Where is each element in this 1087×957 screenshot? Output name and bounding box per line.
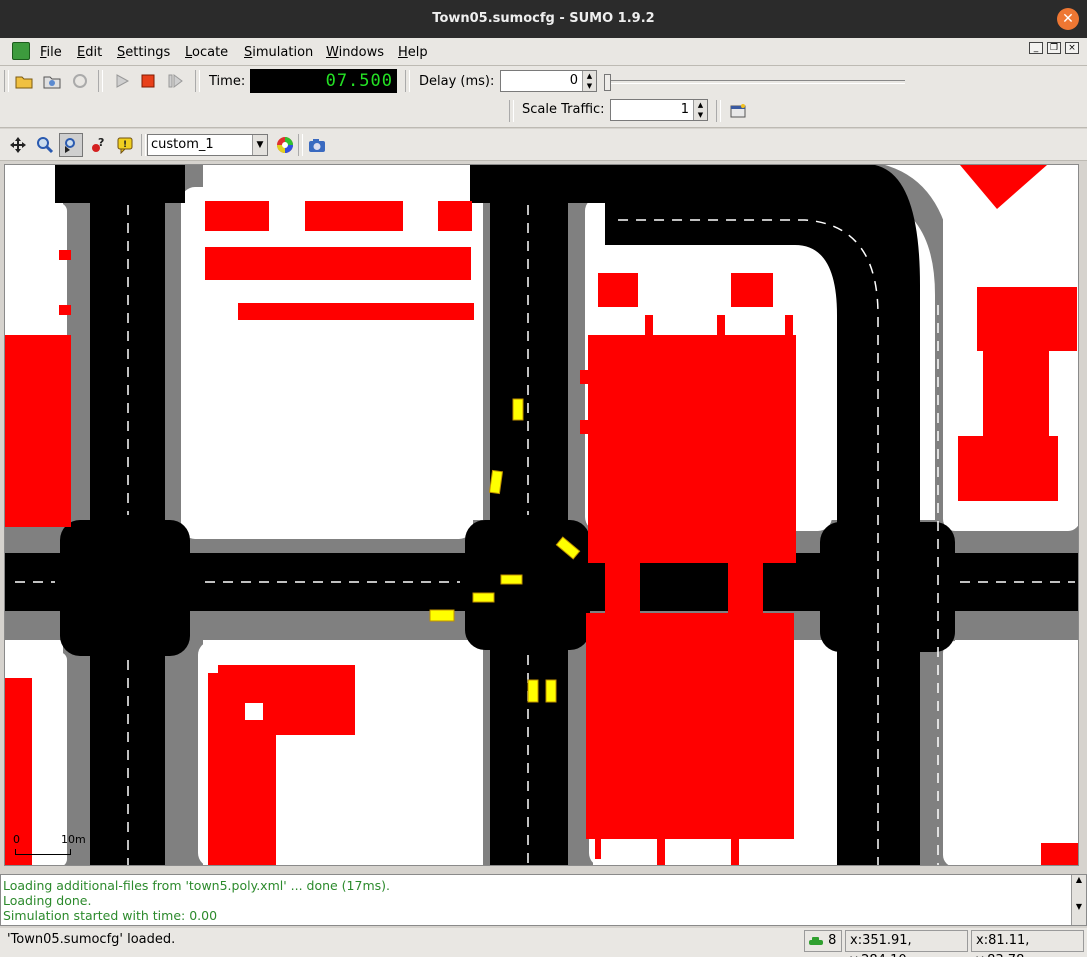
spinner-arrows-icon[interactable]: ▲ ▼ bbox=[582, 71, 596, 91]
reload-icon bbox=[73, 74, 87, 88]
zoom-button[interactable] bbox=[33, 133, 57, 157]
question-pin-icon: ? bbox=[92, 136, 104, 152]
locate-edge-button[interactable]: ? bbox=[87, 133, 111, 157]
camera-icon bbox=[309, 139, 325, 152]
locate-magnifier-icon bbox=[65, 138, 75, 153]
time-display: 07.500 bbox=[250, 69, 397, 93]
open-network-button[interactable] bbox=[40, 69, 64, 93]
building-courtyard bbox=[245, 703, 263, 720]
scale-traffic-label: Scale Traffic: bbox=[522, 102, 605, 117]
toolbar-grip-7[interactable] bbox=[141, 134, 146, 156]
visualization-scheme-select[interactable]: custom_1 ▼ bbox=[147, 134, 268, 156]
sumo-app-icon bbox=[12, 42, 30, 60]
menu-file[interactable]: File bbox=[40, 45, 62, 60]
title-bar: Town05.sumocfg - SUMO 1.9.2 ✕ bbox=[0, 0, 1087, 38]
message-line: Loading additional-files from 'town5.pol… bbox=[3, 878, 391, 893]
message-scrollbar[interactable]: ▲ ▼ bbox=[1071, 875, 1086, 925]
menu-help[interactable]: Help bbox=[398, 45, 428, 60]
scheme-value: custom_1 bbox=[151, 137, 214, 152]
mdi-minimize-icon[interactable]: _ bbox=[1029, 42, 1043, 54]
tooltip-bubble-icon: ! bbox=[117, 137, 133, 154]
menu-bar: File Edit Settings Locate Simulation Win… bbox=[0, 38, 1087, 66]
vehicle[interactable] bbox=[527, 679, 539, 703]
color-wheel-icon bbox=[277, 137, 293, 153]
geo-coordinates: x:81.11, y:83.78 bbox=[971, 930, 1084, 957]
vehicle-count: 8 bbox=[828, 933, 837, 948]
new-window-icon bbox=[730, 104, 746, 118]
toolbar-grip-2[interactable] bbox=[98, 70, 103, 92]
vehicle[interactable] bbox=[512, 398, 524, 421]
vehicle[interactable] bbox=[472, 592, 495, 603]
network-canvas[interactable] bbox=[5, 165, 1079, 866]
scale-bar: 0 10m bbox=[13, 833, 86, 859]
view-toolbar: ? ! custom_1 ▼ bbox=[0, 129, 1087, 161]
folder-open-icon bbox=[15, 76, 33, 89]
menu-locate[interactable]: Locate bbox=[185, 45, 228, 60]
chevron-down-icon[interactable]: ▼ bbox=[252, 135, 267, 155]
play-icon bbox=[116, 74, 130, 88]
scale-distance-label: 10m bbox=[61, 833, 86, 846]
close-window-button[interactable]: ✕ bbox=[1057, 8, 1079, 30]
car-icon bbox=[809, 936, 823, 945]
move-arrows-icon bbox=[10, 137, 26, 153]
stop-button[interactable] bbox=[136, 69, 160, 93]
vehicle-count-field: 8 bbox=[804, 930, 842, 952]
open-simulation-button[interactable] bbox=[12, 69, 36, 93]
message-window[interactable]: Loading additional-files from 'town5.pol… bbox=[0, 874, 1087, 926]
scale-traffic-spinner[interactable]: 1 ▲ ▼ bbox=[610, 99, 708, 121]
recenter-view-button[interactable] bbox=[6, 133, 30, 157]
status-message: 'Town05.sumocfg' loaded. bbox=[3, 930, 803, 952]
mdi-restore-icon[interactable]: ❐ bbox=[1047, 42, 1061, 54]
status-bar: 'Town05.sumocfg' loaded. 8 x:351.91, y:2… bbox=[0, 928, 1087, 957]
step-button[interactable] bbox=[163, 69, 187, 93]
message-line: Loading done. bbox=[3, 893, 92, 908]
message-line: Simulation started with time: 0.00 bbox=[3, 908, 218, 923]
toolbar-grip-8[interactable] bbox=[298, 134, 303, 156]
toolbar-grip[interactable] bbox=[4, 70, 9, 92]
svg-text:?: ? bbox=[98, 136, 104, 149]
net-coordinates: x:351.91, y:284.10 bbox=[845, 930, 968, 957]
mdi-close-icon[interactable]: × bbox=[1065, 42, 1079, 54]
vehicle[interactable] bbox=[500, 574, 523, 585]
vehicle[interactable] bbox=[429, 609, 455, 622]
stop-icon bbox=[141, 74, 155, 88]
screenshot-button[interactable] bbox=[305, 133, 329, 157]
simulation-toolbar: Time: 07.500 Delay (ms): 0 ▲ ▼ Scale Traf… bbox=[0, 66, 1087, 128]
window-title: Town05.sumocfg - SUMO 1.9.2 bbox=[432, 11, 655, 26]
step-icon bbox=[168, 74, 183, 88]
locate-junction-button[interactable] bbox=[59, 133, 83, 157]
vehicle[interactable] bbox=[545, 679, 557, 703]
edit-coloring-button[interactable] bbox=[273, 133, 297, 157]
delay-label: Delay (ms): bbox=[419, 74, 495, 89]
add-breakpoint-button[interactable] bbox=[726, 99, 750, 123]
time-label: Time: bbox=[209, 74, 246, 89]
scale-ruler bbox=[15, 849, 71, 855]
magnifier-icon bbox=[37, 137, 54, 154]
delay-value: 0 bbox=[569, 73, 578, 88]
svg-text:!: ! bbox=[123, 140, 127, 150]
menu-settings[interactable]: Settings bbox=[117, 45, 170, 60]
delay-slider-thumb[interactable] bbox=[604, 74, 611, 91]
toolbar-grip-3[interactable] bbox=[195, 70, 200, 92]
delay-slider-track[interactable] bbox=[605, 80, 905, 84]
menu-simulation[interactable]: Simulation bbox=[244, 45, 313, 60]
toolbar-grip-6[interactable] bbox=[716, 100, 721, 122]
menu-windows[interactable]: Windows bbox=[326, 45, 384, 60]
scale-zero-label: 0 bbox=[13, 833, 20, 846]
toolbar-grip-4[interactable] bbox=[405, 70, 410, 92]
folder-network-icon bbox=[43, 76, 61, 89]
tooltips-button[interactable]: ! bbox=[113, 133, 137, 157]
run-button[interactable] bbox=[110, 69, 134, 93]
network-view[interactable]: 0 10m bbox=[4, 164, 1079, 866]
toolbar-grip-5[interactable] bbox=[509, 100, 514, 122]
scale-traffic-value: 1 bbox=[680, 102, 689, 117]
delay-spinner[interactable]: 0 ▲ ▼ bbox=[500, 70, 597, 92]
spinner-arrows-icon[interactable]: ▲ ▼ bbox=[693, 100, 707, 120]
reload-button[interactable] bbox=[68, 69, 92, 93]
menu-edit[interactable]: Edit bbox=[77, 45, 102, 60]
